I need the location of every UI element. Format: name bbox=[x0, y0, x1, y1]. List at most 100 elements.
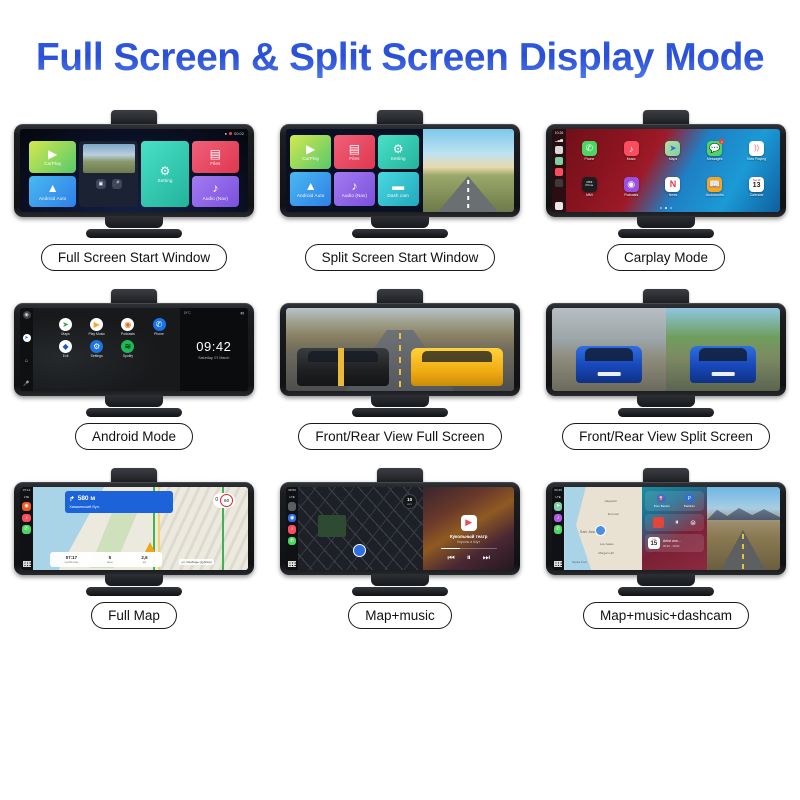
camera-view-panel[interactable] bbox=[422, 129, 514, 212]
sidebar-clock: 10:26 bbox=[554, 131, 564, 135]
music-icon[interactable] bbox=[555, 167, 563, 176]
mic-icon[interactable]: 🎤 bbox=[111, 178, 122, 189]
settings-icon[interactable] bbox=[555, 178, 563, 187]
podcasts-icon: ◉ bbox=[623, 176, 639, 192]
license-plate bbox=[597, 371, 621, 377]
record-timer: 00:02 bbox=[233, 131, 244, 136]
photo-icon[interactable]: ▣ bbox=[95, 178, 106, 189]
calendar-widget[interactable]: TUE 15 Artist wor... 09:00 - 10:00 bbox=[644, 534, 704, 552]
phone-icon[interactable]: ✆ bbox=[553, 525, 563, 534]
caption-android: Android Mode bbox=[74, 423, 194, 450]
page-dot[interactable] bbox=[660, 207, 662, 209]
product-feature-page: Full Screen & Split Screen Display Mode … bbox=[0, 0, 800, 800]
maps-icon: ➤ bbox=[59, 318, 73, 331]
device-screen[interactable]: 10:26 ▁▃▅ ✆ Phone ♪ Music ➤ Maps 💬 1 Mes… bbox=[552, 129, 780, 212]
app-messages[interactable]: 💬 1 Messages bbox=[695, 135, 734, 168]
tile-label: Android Auto bbox=[38, 195, 67, 201]
app-podcasts[interactable]: ◉ Podcasts bbox=[113, 318, 142, 336]
location-pin-icon[interactable]: ◉ bbox=[22, 502, 31, 511]
stop-icon[interactable]: ⊜ bbox=[690, 519, 696, 527]
app-audiobooks[interactable]: 📖 Audiobooks bbox=[695, 171, 734, 204]
next-icon[interactable]: ⏭ bbox=[483, 553, 490, 563]
device-screen[interactable]: 08:56 LTE ◉ ♪ ✆ 10 км/ч ▶ Кукольный теат… bbox=[286, 487, 514, 570]
rear-camera-panel[interactable] bbox=[552, 308, 666, 391]
tile-setting[interactable]: ⚙ Setting bbox=[377, 135, 419, 170]
street-label: ул. Свободы (дублёр) bbox=[179, 559, 214, 566]
phone-icon[interactable]: ✆ bbox=[22, 525, 31, 534]
device-stand bbox=[352, 395, 448, 417]
app-calendar[interactable]: Tue 13 13 Calendar bbox=[737, 171, 776, 204]
device-stand bbox=[352, 216, 448, 238]
tile-carplay[interactable]: ▶ CarPlay bbox=[29, 141, 77, 173]
pause-icon[interactable]: ⏸ bbox=[675, 519, 679, 527]
tile-android-auto[interactable]: ▲ Android Auto bbox=[29, 175, 77, 207]
eta-distance: 2,6 км bbox=[141, 555, 147, 564]
front-camera-panel[interactable] bbox=[666, 308, 780, 391]
tile-audio-nav[interactable]: ♪ Audio (Nav) bbox=[191, 175, 239, 207]
status-bar: ● 00:02 bbox=[225, 131, 244, 136]
mode-card-carplay: 10:26 ▁▃▅ ✆ Phone ♪ Music ➤ Maps 💬 1 Mes… bbox=[540, 110, 792, 271]
app-mmi[interactable]: MMI Prime MMI bbox=[570, 171, 609, 204]
maps-icon[interactable]: ◉ bbox=[287, 513, 297, 523]
app-settings[interactable]: ⚙ Settings bbox=[82, 340, 111, 358]
tile-label: CarPlay bbox=[302, 156, 320, 162]
device-screen[interactable]: 09:45 LTE ➤ ♪ ✆ Hayward Fremont San Jose… bbox=[552, 487, 780, 570]
list-icon[interactable] bbox=[555, 202, 563, 210]
app-maps[interactable]: ➤ Maps bbox=[654, 135, 693, 168]
app-podcasts[interactable]: ◉ Podcasts bbox=[612, 171, 651, 204]
apps-grid-icon[interactable] bbox=[22, 561, 31, 567]
apps-grid-icon[interactable] bbox=[288, 561, 297, 567]
device-screen[interactable]: ● 00:02 ▶ CarPlay ▣ 🎤 ⚙ Setting ▤ Files … bbox=[20, 129, 248, 212]
app-play-music[interactable]: ▶ Play Music bbox=[82, 318, 111, 336]
camera-preview-image bbox=[82, 144, 135, 173]
tile-android-auto[interactable]: ▲ Android Auto bbox=[290, 171, 332, 206]
dashcam-panel[interactable] bbox=[706, 487, 780, 570]
device-screen[interactable] bbox=[286, 308, 514, 391]
mic-icon[interactable]: 🎤 bbox=[23, 380, 31, 388]
device-bezel bbox=[280, 303, 520, 396]
app-now-playing[interactable]: )) Now Playing bbox=[737, 135, 776, 168]
device-screen[interactable]: 07:12 LTE ◉ ♪ ✆ ↱ 580 м Химкинский бул. … bbox=[20, 487, 248, 570]
app-phone[interactable]: ✆ Phone bbox=[144, 318, 173, 336]
device-screen[interactable]: ▶ CarPlay ▤ Files ⚙ Setting ▲ Android Au… bbox=[286, 129, 514, 212]
music-icon[interactable]: ♪ bbox=[22, 513, 31, 523]
pause-icon[interactable]: ⏸ bbox=[467, 553, 471, 563]
maps-icon[interactable]: ➤ bbox=[22, 334, 31, 342]
tile-files[interactable]: ▤ Files bbox=[191, 141, 239, 173]
progress-bar[interactable] bbox=[440, 547, 497, 549]
page-dot-active[interactable] bbox=[665, 207, 667, 209]
map-panel[interactable]: Hayward Fremont San Jose Los Gatos Morga… bbox=[564, 487, 642, 570]
device-row-3: 07:12 LTE ◉ ♪ ✆ ↱ 580 м Химкинский бул. … bbox=[0, 468, 800, 629]
map-panel[interactable]: 10 км/ч bbox=[298, 487, 424, 570]
maps-icon[interactable] bbox=[555, 156, 563, 165]
prev-icon[interactable]: ⏮ bbox=[448, 553, 455, 563]
tile-dash-cam[interactable]: ▬ Dash cam bbox=[377, 171, 419, 206]
home-icon[interactable]: ◉ bbox=[22, 311, 31, 319]
music-icon[interactable]: ♪ bbox=[553, 513, 563, 523]
app-exit[interactable]: ◆ Exit bbox=[51, 340, 80, 358]
app-news[interactable]: N News bbox=[654, 171, 693, 204]
page-dot[interactable] bbox=[670, 207, 672, 209]
phone-icon[interactable]: ✆ bbox=[287, 536, 297, 546]
tile-carplay[interactable]: ▶ CarPlay bbox=[290, 135, 332, 170]
tile-audio-nav[interactable]: ♪ Audio (Nav) bbox=[333, 171, 376, 206]
app-spotify[interactable]: ≋ Spotify bbox=[113, 340, 142, 358]
tile-camera-preview[interactable]: ▣ 🎤 bbox=[79, 141, 139, 207]
app-music[interactable]: ♪ Music bbox=[612, 135, 651, 168]
tile-files[interactable]: ▤ Files bbox=[333, 135, 376, 170]
shortcut-parking[interactable]: P Parkiran bbox=[684, 494, 695, 508]
tile-setting[interactable]: ⚙ Setting bbox=[141, 141, 189, 207]
notification-icon[interactable]: ⌂ bbox=[23, 357, 31, 365]
music-icon[interactable]: ♪ bbox=[287, 525, 297, 534]
device-screen[interactable]: ◉ ➤ ⌂ 🎤 ➤ Maps ▶ Play Music ◉ Podcasts ✆… bbox=[20, 308, 248, 391]
badge-count: 1 bbox=[719, 139, 725, 145]
position-marker bbox=[353, 543, 367, 557]
device-screen[interactable] bbox=[552, 308, 780, 391]
music-player-panel[interactable]: ▶ Кукольный театр Король и Шут ⏮ ⏸ ⏭ bbox=[423, 487, 514, 570]
apps-grid-icon[interactable] bbox=[554, 561, 563, 567]
maps-icon[interactable]: ➤ bbox=[553, 502, 563, 511]
shortcut-fuel[interactable]: ⛽ Pom Bensin bbox=[654, 494, 670, 508]
app-phone[interactable]: ✆ Phone bbox=[570, 135, 609, 168]
app-maps[interactable]: ➤ Maps bbox=[51, 318, 80, 336]
map-canvas[interactable]: ↱ 580 м Химкинский бул. 0 60 ул. Свободы… bbox=[33, 487, 248, 570]
